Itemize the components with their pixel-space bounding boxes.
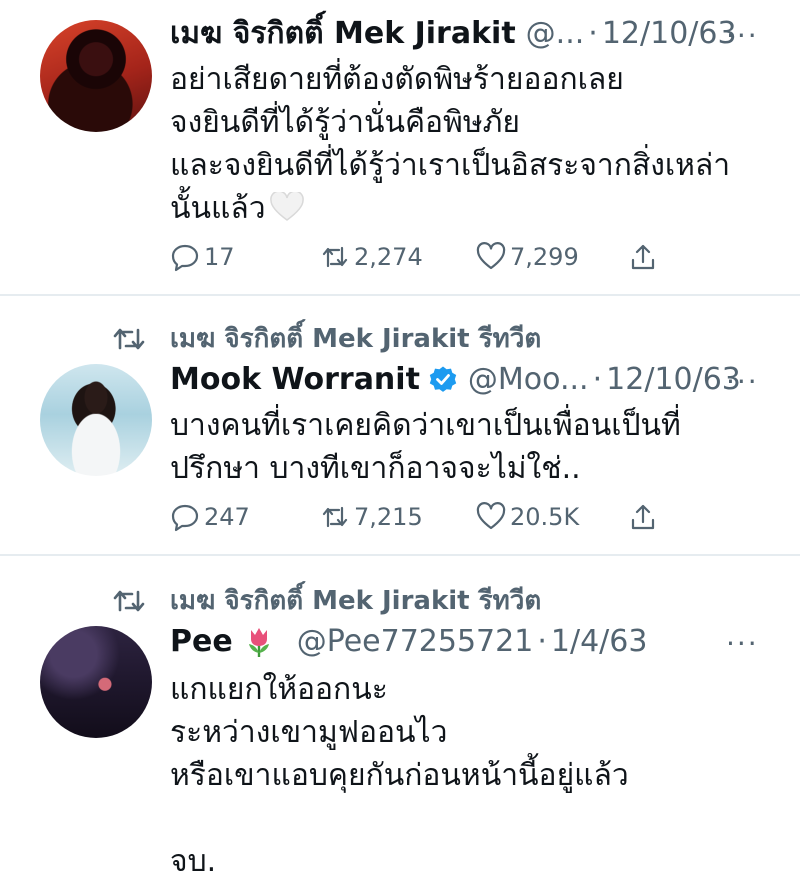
tweet-3[interactable]: เมฆ จิรกิตติ์ Mek Jirakit รีทวีต Pee @Pe… [0,556,800,894]
like-button[interactable]: 20.5K [476,502,579,532]
heart-icon [476,502,506,530]
retweeted-by-text[interactable]: เมฆ จิรกิตติ์ Mek Jirakit รีทวีต [170,580,541,621]
avatar-mook[interactable] [40,364,152,476]
retweet-button[interactable]: 2,274 [320,242,423,272]
tweet-text-body: อย่าเสียดายที่ต้องตัดพิษร้ายออกเลย จงยิน… [170,62,731,226]
retweeted-by-text[interactable]: เมฆ จิรกิตติ์ Mek Jirakit รีทวีต [170,318,541,359]
display-name[interactable]: เมฆ จิรกิตติ์ Mek Jirakit [170,14,516,54]
verified-badge-icon [429,366,457,392]
reply-count: 247 [204,503,250,531]
share-icon [631,244,655,270]
tweet-header: Pee @Pee77255721 · 1/4/63 [170,622,647,662]
share-button[interactable] [628,242,662,272]
avatar-mek[interactable] [40,20,152,132]
share-icon [631,504,655,530]
reply-icon [171,504,199,532]
more-options-icon[interactable]: ··· [726,22,759,50]
separator-dot: · [537,624,547,659]
tweet-actions: 17 2,274 7,299 [170,242,690,276]
tweet-header: เมฆ จิรกิตติ์ Mek Jirakit @... · 12/10/6… [170,14,737,54]
retweet-icon [113,328,145,349]
user-handle[interactable]: @... [526,14,585,54]
reply-count: 17 [204,243,235,271]
separator-dot: · [588,16,598,51]
retweet-count: 7,215 [354,503,423,531]
like-count: 7,299 [510,243,579,271]
reply-button[interactable]: 247 [170,502,250,532]
retweeted-by-line: เมฆ จิรกิตติ์ Mek Jirakit รีทวีต [112,318,541,359]
tweet-date[interactable]: 1/4/63 [551,622,648,662]
tweet-text: แกแยกให้ออกนะ ระหว่างเขามูฟออนไว หรือเขา… [170,672,629,879]
display-name[interactable]: Pee [170,622,233,662]
like-count: 20.5K [510,503,580,531]
tweet-actions: 247 7,215 20.5K [170,502,690,536]
more-options-icon[interactable]: ··· [726,630,759,658]
like-button[interactable]: 7,299 [476,242,579,272]
separator-dot: · [592,362,603,397]
more-options-icon[interactable]: ··· [726,368,759,396]
white-heart-emoji-icon [269,192,304,221]
reply-button[interactable]: 17 [170,242,235,272]
avatar-pee[interactable] [40,626,152,738]
user-handle[interactable]: @Moo... [468,360,589,400]
tweet-text: บางคนที่เราเคยคิดว่าเขาเป็นเพื่อนเป็นที่… [170,408,681,486]
retweet-icon [322,506,348,528]
retweeted-by-line: เมฆ จิรกิตติ์ Mek Jirakit รีทวีต [112,580,541,621]
heart-icon [476,242,506,270]
tweet-date[interactable]: 12/10/63 [606,360,741,400]
tweet-header: Mook Worranit @Moo... · 12/10/63 [170,360,741,400]
tweet-date[interactable]: 12/10/63 [602,14,737,54]
tweet-2[interactable]: เมฆ จิรกิตติ์ Mek Jirakit รีทวีต Mook Wo… [0,296,800,554]
retweet-button[interactable]: 7,215 [320,502,423,532]
share-button[interactable] [628,502,662,532]
tweet-1[interactable]: เมฆ จิรกิตติ์ Mek Jirakit @... · 12/10/6… [0,0,800,294]
retweet-icon [113,590,145,611]
retweet-count: 2,274 [354,243,423,271]
reply-icon [171,244,199,272]
retweet-icon [322,246,348,268]
display-name[interactable]: Mook Worranit [170,360,420,400]
user-handle[interactable]: @Pee77255721 [297,622,534,662]
tulip-emoji-icon [248,628,269,657]
tweet-text: อย่าเสียดายที่ต้องตัดพิษร้ายออกเลย จงยิน… [170,58,770,230]
